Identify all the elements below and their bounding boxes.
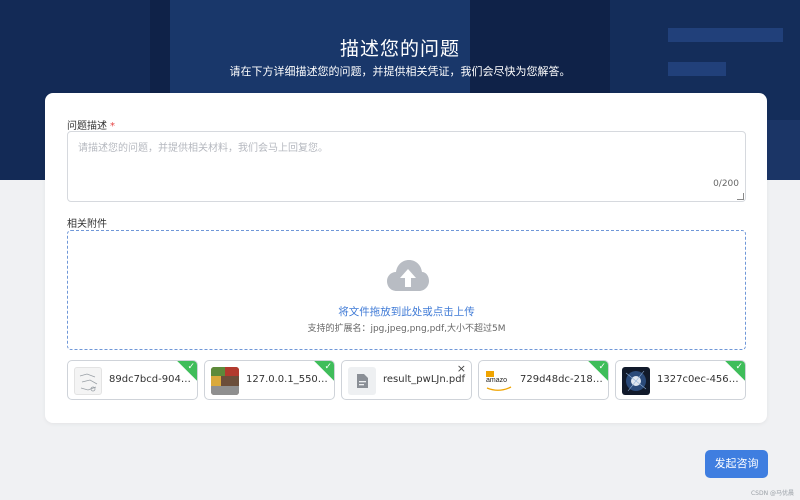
file-thumbnail: amazo: [485, 367, 513, 395]
file-name: result_pwLJn.pdf: [383, 374, 466, 385]
file-item[interactable]: result_pwLJn.pdf ×: [341, 360, 472, 400]
close-icon[interactable]: ×: [457, 363, 466, 375]
file-item[interactable]: 1327c0ec-456a... ✓: [615, 360, 746, 400]
file-thumbnail: [74, 367, 102, 395]
upload-dropzone[interactable]: 将文件拖放到此处或点击上传 支持的扩展名：jpg,jpeg,png,pdf,大小…: [67, 230, 746, 350]
description-textarea[interactable]: 请描述您的问题，并提供相关材料，我们会马上回复您。 0/200: [67, 131, 746, 202]
description-placeholder: 请描述您的问题，并提供相关材料，我们会马上回复您。: [78, 143, 328, 154]
upload-hint: 支持的扩展名：jpg,jpeg,png,pdf,大小不超过5M: [307, 324, 506, 334]
check-icon: ✓: [187, 362, 195, 372]
attachments-label: 相关附件: [67, 219, 107, 230]
thumbnail-text: amazo: [486, 377, 508, 384]
watermark: CSDN @马优晨: [750, 490, 794, 497]
form-card: 问题描述 * 请描述您的问题，并提供相关材料，我们会马上回复您。 0/200 相关…: [45, 93, 767, 423]
submit-consult-button[interactable]: 发起咨询: [705, 450, 768, 478]
file-name: 1327c0ec-456a...: [657, 374, 741, 385]
description-label: 问题描述 *: [67, 117, 115, 132]
char-counter: 0/200: [713, 179, 739, 189]
file-item[interactable]: 89dc7bcd-9048... ✓: [67, 360, 198, 400]
resize-handle[interactable]: [737, 193, 744, 200]
check-icon: ✓: [735, 362, 743, 372]
file-list: 89dc7bcd-9048... ✓ 127.0.0.1_5500... ✓ r…: [67, 360, 757, 400]
page-subtitle: 请在下方详细描述您的问题，并提供相关凭证，我们会尽快为您解答。: [229, 65, 571, 78]
upload-drop-text[interactable]: 将文件拖放到此处或点击上传: [68, 304, 745, 319]
file-thumbnail: [211, 367, 239, 395]
file-item[interactable]: 127.0.0.1_5500... ✓: [204, 360, 335, 400]
file-name: 729d48dc-218c...: [520, 374, 604, 385]
cloud-upload-icon: [387, 260, 429, 291]
check-icon: ✓: [598, 362, 606, 372]
file-name: 89dc7bcd-9048...: [109, 374, 193, 385]
check-icon: ✓: [324, 362, 332, 372]
document-icon: [357, 374, 368, 388]
file-item[interactable]: amazo 729d48dc-218c... ✓: [478, 360, 609, 400]
file-name: 127.0.0.1_5500...: [246, 374, 330, 385]
file-thumbnail: [348, 367, 376, 395]
page-title: 描述您的问题: [339, 38, 460, 60]
file-thumbnail: [622, 367, 650, 395]
